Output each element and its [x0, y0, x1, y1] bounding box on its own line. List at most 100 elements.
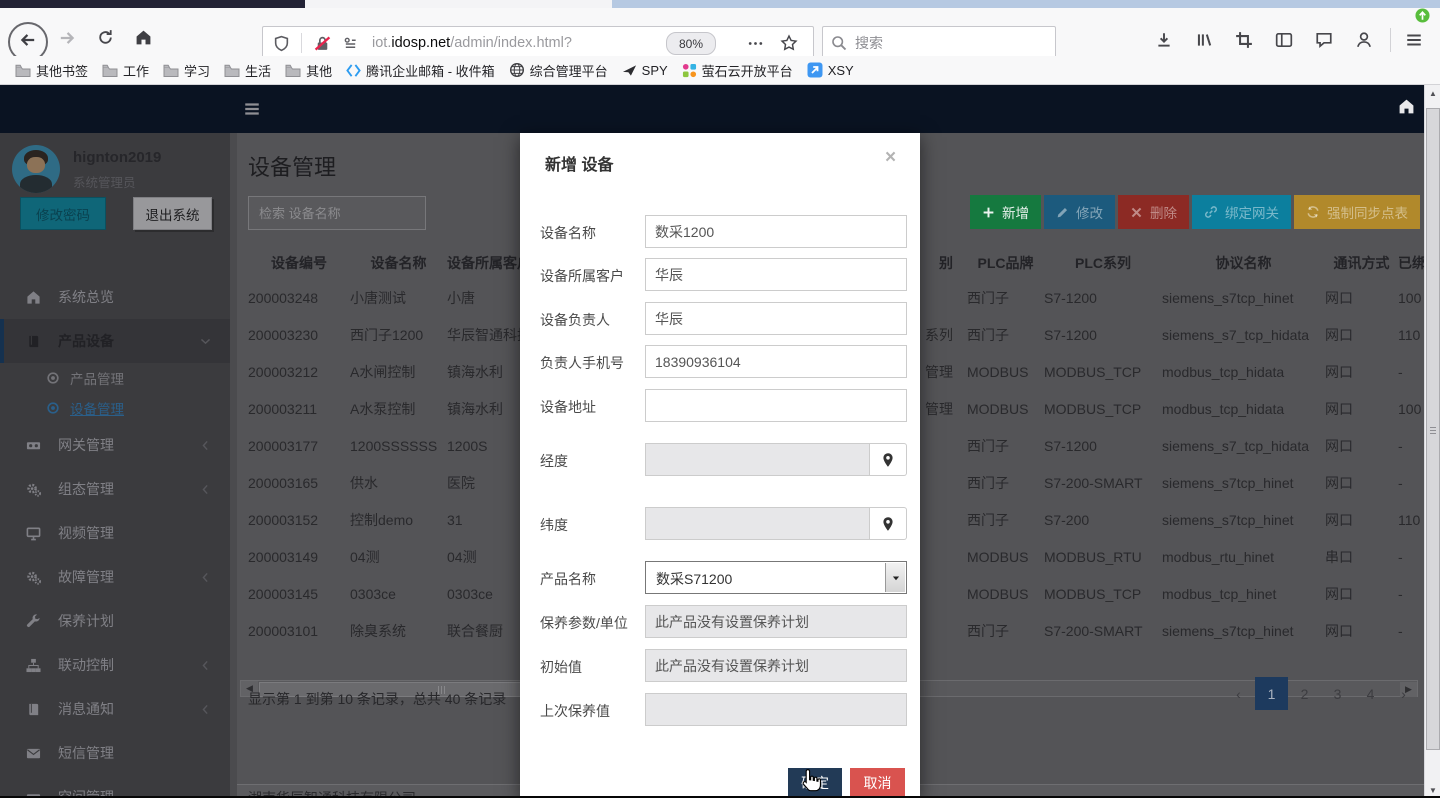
- sidebar-item-系统总览[interactable]: 系统总览: [0, 275, 230, 319]
- reload-icon: [97, 29, 114, 51]
- navbar-home-icon[interactable]: [1398, 98, 1415, 115]
- folder-icon: [102, 62, 118, 78]
- page-button-4[interactable]: 4: [1354, 677, 1387, 710]
- page-title: 设备管理: [248, 150, 336, 182]
- zoom-level-badge[interactable]: 80%: [666, 32, 716, 55]
- 绑定网关-button[interactable]: 绑定网关: [1192, 195, 1291, 229]
- page-next-button[interactable]: ›: [1387, 677, 1420, 710]
- table-cell: 串口: [1325, 547, 1398, 567]
- bookmark-item[interactable]: 其他: [278, 58, 339, 82]
- menu-hamburger-icon[interactable]: [1400, 26, 1428, 54]
- page-button-3[interactable]: 3: [1321, 677, 1354, 710]
- table-cell: 100: [1398, 401, 1424, 417]
- sidebar-item-产品设备[interactable]: 产品设备: [0, 319, 230, 363]
- forward-button[interactable]: [50, 22, 84, 58]
- screenshot-icon[interactable]: [1230, 26, 1258, 54]
- sidebar-item-短信管理[interactable]: 短信管理: [0, 731, 230, 775]
- modal-close-icon[interactable]: ×: [885, 147, 896, 169]
- chevron-left-icon: [199, 571, 212, 584]
- logout-button[interactable]: 退出系统: [133, 197, 212, 230]
- permissions-icon[interactable]: [336, 29, 364, 57]
- sidebar-item-视频管理[interactable]: 视频管理: [0, 511, 230, 555]
- sidebar-item-组态管理[interactable]: 组态管理: [0, 467, 230, 511]
- sidebar-item-消息通知[interactable]: 消息通知: [0, 687, 230, 731]
- table-cell: siemens_s7tcp_hinet: [1162, 623, 1325, 639]
- url-bar[interactable]: iot.idosp.net/admin/index.html? 80%: [262, 26, 814, 60]
- field-input-设备所属客户[interactable]: [645, 258, 907, 291]
- cancel-button[interactable]: 取消: [850, 768, 905, 798]
- browser-vertical-scrollbar[interactable]: ▲ ▼: [1424, 85, 1440, 798]
- select-dropdown-arrow-icon[interactable]: [885, 563, 905, 592]
- sidebar-item-故障管理[interactable]: 故障管理: [0, 555, 230, 599]
- bookmark-label: 其他书签: [36, 61, 88, 80]
- bookmark-item[interactable]: 腾讯企业邮箱 - 收件箱: [339, 58, 502, 82]
- pagination: ‹1234›: [1222, 677, 1420, 710]
- field-input-设备地址[interactable]: [645, 389, 907, 422]
- bookmark-item[interactable]: 综合管理平台: [502, 58, 615, 82]
- page-button-1[interactable]: 1: [1255, 677, 1288, 710]
- 修改-button[interactable]: 修改: [1044, 195, 1115, 229]
- bookmark-label: 综合管理平台: [530, 61, 608, 80]
- 新增-button[interactable]: 新增: [970, 195, 1041, 229]
- device-search-box[interactable]: [248, 196, 426, 230]
- bookmark-item[interactable]: 其他书签: [8, 58, 95, 82]
- messages-icon[interactable]: [1310, 26, 1338, 54]
- bookmark-item[interactable]: 工作: [95, 58, 156, 82]
- table-cell: modbus_rtu_hinet: [1162, 549, 1325, 565]
- sidebar-subitem-产品管理[interactable]: 产品管理: [0, 363, 230, 393]
- sidebar-collapse-icon[interactable]: [243, 100, 261, 118]
- bookmark-item[interactable]: 萤石云开放平台: [675, 58, 800, 82]
- column-header: 已绑: [1398, 253, 1424, 273]
- change-password-button[interactable]: 修改密码: [20, 197, 106, 230]
- page-button-2[interactable]: 2: [1288, 677, 1321, 710]
- library-icon[interactable]: [1190, 26, 1218, 54]
- insecure-lock-icon[interactable]: [308, 29, 336, 57]
- field-select-产品名称[interactable]: 数采S71200: [645, 561, 907, 594]
- sidebar-item-保养计划[interactable]: 保养计划: [0, 599, 230, 643]
- table-cell: 供水: [350, 473, 447, 493]
- sidebar-item-网关管理[interactable]: 网关管理: [0, 423, 230, 467]
- browser-search-bar[interactable]: [822, 26, 1056, 60]
- 删除-button[interactable]: 删除: [1118, 195, 1189, 229]
- table-cell: A水泵控制: [350, 399, 447, 419]
- sidebar-subitem-设备管理[interactable]: 设备管理: [0, 393, 230, 423]
- field-label: 设备所属客户: [540, 266, 624, 286]
- table-cell: -: [1398, 438, 1424, 454]
- page-actions-icon[interactable]: [741, 29, 769, 57]
- device-search-input[interactable]: [249, 197, 425, 229]
- 强制同步点表-button[interactable]: 强制同步点表: [1294, 195, 1420, 229]
- reload-button[interactable]: [88, 22, 122, 58]
- shield-icon[interactable]: [267, 29, 295, 57]
- column-header: 设备编号: [248, 253, 350, 273]
- vertical-scrollbar-thumb[interactable]: [1426, 108, 1440, 750]
- table-cell: 100: [1398, 290, 1424, 306]
- table-toolbar: 新增修改删除绑定网关强制同步点表: [970, 195, 1420, 229]
- bookmarks-bar: 其他书签工作学习生活其他腾讯企业邮箱 - 收件箱 综合管理平台 SPY萤石云开放平台…: [8, 56, 861, 82]
- home-button[interactable]: [126, 22, 160, 58]
- sidebar-item-联动控制[interactable]: 联动控制: [0, 643, 230, 687]
- map-pin-button[interactable]: [870, 507, 907, 540]
- bookmark-star-icon[interactable]: [775, 29, 803, 57]
- sidebar-toggle-icon[interactable]: [1270, 26, 1298, 54]
- field-input-经度: [645, 443, 870, 476]
- field-input-设备负责人[interactable]: [645, 302, 907, 335]
- url-path: /admin/index.html?: [450, 35, 572, 51]
- table-cell: 200003152: [248, 512, 350, 528]
- scroll-up-arrow-icon[interactable]: ▲: [1425, 85, 1440, 101]
- field-input-设备名称[interactable]: [645, 215, 907, 248]
- bookmark-item[interactable]: SPY: [615, 58, 675, 82]
- avatar[interactable]: [12, 145, 60, 193]
- bookmark-item[interactable]: 学习: [156, 58, 217, 82]
- sidebar-item-空间管理[interactable]: 空间管理: [0, 775, 230, 798]
- titlebar-dark-segment: [0, 0, 305, 8]
- field-input-负责人手机号[interactable]: [645, 345, 907, 378]
- downloads-icon[interactable]: [1150, 26, 1178, 54]
- map-pin-button[interactable]: [870, 443, 907, 476]
- browser-search-input[interactable]: [853, 34, 1027, 52]
- mouse-cursor: [798, 768, 822, 797]
- page-prev-button[interactable]: ‹: [1222, 677, 1255, 710]
- bookmark-item[interactable]: XSY: [800, 58, 861, 82]
- gateway-icon: [26, 438, 44, 453]
- account-icon[interactable]: [1350, 26, 1378, 54]
- bookmark-item[interactable]: 生活: [217, 58, 278, 82]
